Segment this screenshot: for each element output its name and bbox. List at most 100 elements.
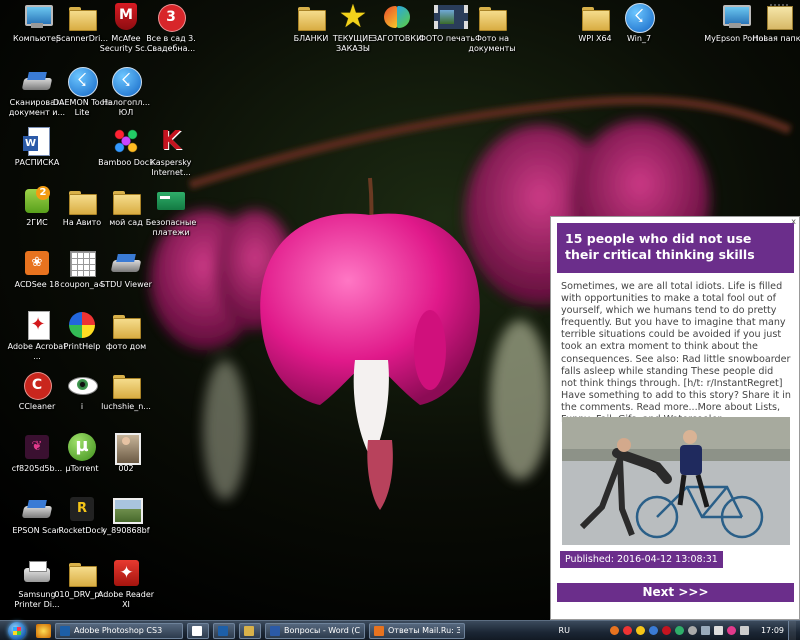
scanner-icon <box>22 66 52 96</box>
desktop-shortcut[interactable]: 002 <box>95 432 157 494</box>
desktop-shortcut[interactable]: Безопасные платежи <box>140 186 202 248</box>
word-document-icon <box>22 126 52 156</box>
tray-app-icon[interactable] <box>648 626 658 635</box>
app-icon <box>192 625 202 636</box>
butterfly-icon <box>382 2 412 32</box>
tray-app-icon[interactable] <box>726 626 736 635</box>
app-icon <box>218 625 228 636</box>
epson-scan-icon <box>22 494 52 524</box>
adobe-reader-icon <box>111 558 141 588</box>
popup-title[interactable]: 15 people who did not use their critical… <box>557 223 794 273</box>
photo-file-icon <box>111 432 141 465</box>
desktop-shortcut-label: Новая папка <box>752 34 800 43</box>
tray-app-icon[interactable] <box>674 626 684 635</box>
desktop-shortcut[interactable]: Новая папка <box>748 2 800 64</box>
task-generic-2[interactable] <box>239 622 261 639</box>
desktop-shortcut[interactable]: РАСПИСКА <box>6 126 68 188</box>
next-button[interactable]: Next >>> <box>557 583 794 602</box>
task-generic-1[interactable] <box>187 622 209 639</box>
task-photoshop-2[interactable] <box>213 622 235 639</box>
desktop-shortcut-label: luchshie_n... <box>101 402 151 411</box>
desktop-shortcut[interactable]: Win_7 <box>608 2 670 64</box>
2gis-icon <box>22 186 52 216</box>
daemon-tools-icon <box>67 66 98 97</box>
kaspersky-icon <box>156 126 186 156</box>
tray-app-icon[interactable] <box>609 626 619 635</box>
desktop-shortcut-label: Фото на документы <box>468 34 516 53</box>
desktop-shortcut[interactable]: фото дом <box>95 310 157 372</box>
network-icon[interactable] <box>700 626 710 635</box>
bamboo-dock-icon <box>111 126 141 156</box>
desktop-shortcut-label: STDU Viewer <box>100 280 152 289</box>
tax-app-icon <box>111 66 142 97</box>
image-file-icon <box>22 432 52 462</box>
game-icon <box>156 2 186 32</box>
task-photoshop[interactable]: Adobe Photoshop CS3 <box>55 622 183 639</box>
document-icon <box>67 248 97 278</box>
folder-icon <box>67 558 97 588</box>
tray-app-icon[interactable] <box>622 626 632 635</box>
desktop-shortcut-label: 002 <box>118 464 134 473</box>
bolt-icon <box>624 2 655 33</box>
samsung-printer-icon <box>22 558 52 588</box>
task-browser[interactable]: Ответы Mail.Ru: Зад... <box>369 622 465 639</box>
task-label: Ответы Mail.Ru: Зад... <box>388 625 460 635</box>
show-desktop-button[interactable] <box>788 620 796 640</box>
start-button[interactable] <box>0 621 34 640</box>
ccleaner-icon <box>22 370 52 400</box>
folder-icon <box>67 2 97 32</box>
desktop-shortcut-label: Kaspersky Internet... <box>150 158 192 177</box>
language-indicator[interactable]: RU <box>559 621 570 640</box>
task-word[interactable]: Вопросы - Word (С... <box>265 622 365 639</box>
desktop-shortcut[interactable]: y_890868bf <box>95 494 157 556</box>
desktop-shortcut-label: фото дом <box>105 342 147 351</box>
taskbar: Adobe Photoshop CS3 Вопросы - Word (С... О… <box>0 620 800 640</box>
system-tray: RU 17:09 <box>559 620 800 640</box>
desktop-shortcut[interactable]: STDU Viewer <box>95 248 157 310</box>
desktop-shortcut[interactable]: Kaspersky Internet... <box>140 126 202 188</box>
folder-icon <box>111 310 141 340</box>
desktop-shortcut-label: Win_7 <box>626 34 652 43</box>
star-icon <box>338 0 368 33</box>
tray-app-icon[interactable] <box>635 626 645 635</box>
desktop-shortcut[interactable]: luchshie_n... <box>95 370 157 432</box>
printhelp-icon <box>67 310 97 340</box>
folder-icon <box>111 186 141 216</box>
desktop-shortcut-label: Все в сад 3. Свадебна... <box>146 34 196 53</box>
article-photo[interactable] <box>562 417 790 545</box>
news-popup: x 15 people who did not use their critic… <box>550 216 800 620</box>
app-icon <box>374 625 384 636</box>
app-icon <box>244 625 254 636</box>
stdu-viewer-icon <box>111 248 141 278</box>
desktop-shortcut-label: Безопасные платежи <box>145 218 197 237</box>
tray-app-icon[interactable] <box>661 626 671 635</box>
desktop-shortcut[interactable]: Adobe Reader XI <box>95 558 157 620</box>
desktop-shortcut[interactable]: Все в сад 3. Свадебна... <box>140 2 202 64</box>
taskbar-tasks: Adobe Photoshop CS3 Вопросы - Word (С... О… <box>53 622 467 639</box>
desktop-shortcut-label: Adobe Reader XI <box>97 590 155 609</box>
desktop-shortcut-label: Налогопл... ЮЛ <box>102 98 150 117</box>
app-icon <box>270 625 280 636</box>
flag-icon[interactable] <box>739 626 749 635</box>
eye-icon <box>67 370 98 400</box>
desktop-shortcut-label: РАСПИСКА <box>14 158 60 167</box>
popup-body-text: Sometimes, we are all total idiots. Life… <box>561 281 791 425</box>
clock[interactable]: 17:09 <box>761 621 784 640</box>
app-icon <box>60 625 70 636</box>
desktop-shortcut[interactable]: Фото на документы <box>461 2 523 64</box>
acrobat-icon <box>22 310 52 340</box>
mcafee-icon <box>111 2 141 32</box>
utorrent-icon <box>67 432 97 462</box>
tray-app-icon[interactable] <box>687 626 697 635</box>
folder-icon <box>111 370 141 400</box>
new-folder-icon <box>764 2 794 32</box>
folder-icon <box>477 2 507 32</box>
desktop-shortcut-label: y_890868bf <box>102 526 150 535</box>
film-folder-icon <box>432 2 468 32</box>
payment-card-icon <box>156 186 186 216</box>
epson-portal-icon <box>720 2 751 32</box>
volume-icon[interactable] <box>713 626 723 635</box>
desktop-shortcut[interactable]: Налогопл... ЮЛ <box>95 66 157 128</box>
published-date: Published: 2016-04-12 13:08:31 <box>560 551 723 568</box>
browser-quicklaunch-icon[interactable] <box>36 623 51 638</box>
